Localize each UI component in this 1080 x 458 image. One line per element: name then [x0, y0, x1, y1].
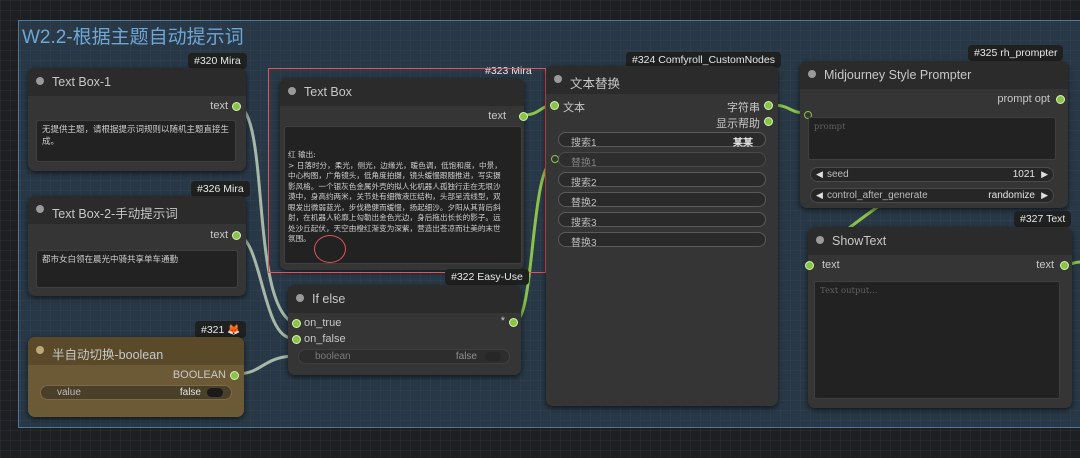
collapse-dot-icon[interactable]: [808, 70, 816, 78]
output-label-help: 显示帮助: [716, 118, 760, 130]
output-label: *: [500, 315, 505, 327]
node-header[interactable]: If else: [288, 285, 521, 313]
collapse-dot-icon[interactable]: [816, 236, 824, 244]
widget-value: false: [179, 387, 201, 398]
output-port[interactable]: [1056, 95, 1065, 104]
field-label: 替换3: [571, 238, 597, 249]
node-header[interactable]: Text Box-1: [28, 68, 246, 96]
node-id-badge-326: #326 Mira: [191, 181, 250, 197]
toggle-switch[interactable]: [485, 352, 501, 361]
input-label: text: [822, 259, 840, 271]
highlight-box: [268, 68, 546, 273]
node-title: 半自动切换-boolean: [52, 348, 164, 362]
prompt-textarea[interactable]: prompt: [808, 117, 1056, 160]
search3-field[interactable]: 搜索3: [558, 212, 766, 229]
output-port[interactable]: [232, 231, 241, 240]
node-id-badge-327: #327 Text: [1014, 211, 1072, 227]
output-label: text: [210, 229, 228, 241]
node-id-badge-325: #325 rh_prompter: [968, 45, 1064, 61]
on-true-port[interactable]: [292, 319, 301, 328]
node-boolean-switch[interactable]: 半自动切换-boolean BOOLEAN value false: [28, 337, 244, 417]
boolean-toggle[interactable]: boolean false: [298, 349, 510, 364]
increment-arrow-icon[interactable]: ▶: [1041, 190, 1048, 201]
widget-value: randomize: [988, 190, 1035, 201]
node-header[interactable]: Text Box-2-手动提示词: [28, 196, 246, 224]
search1-field[interactable]: 搜索1 某某: [558, 132, 766, 149]
group-title[interactable]: W2.2-根据主题自动提示词: [22, 22, 244, 49]
widget-value: false: [455, 351, 477, 362]
collapse-dot-icon[interactable]: [554, 75, 562, 83]
replace2-field[interactable]: 替换2: [558, 192, 766, 209]
output-port-string[interactable]: [764, 101, 773, 110]
widget-value: 1021: [1012, 169, 1035, 180]
node-show-text[interactable]: ShowText text text Text output...: [805, 227, 1072, 408]
text-input-area[interactable]: 无提供主题，请根据提示词规则以随机主题直接生成。: [36, 120, 236, 162]
node-midjourney-prompter[interactable]: Midjourney Style Prompter prompt opt pro…: [800, 61, 1068, 208]
node-header[interactable]: ShowText: [808, 227, 1072, 255]
collapse-dot-icon[interactable]: [36, 205, 44, 213]
output-port[interactable]: [230, 371, 239, 380]
collapse-dot-icon[interactable]: [36, 77, 44, 85]
collapse-dot-icon[interactable]: [36, 346, 44, 354]
field-label: 搜索2: [571, 178, 597, 189]
widget-label: value: [57, 387, 81, 398]
node-title: Text Box-1: [52, 75, 112, 89]
node-header[interactable]: 半自动切换-boolean: [28, 337, 244, 365]
toggle-switch[interactable]: [207, 388, 223, 397]
input-label: 文本: [563, 102, 585, 114]
node-header[interactable]: 文本替换: [546, 66, 778, 94]
output-port[interactable]: [1060, 261, 1069, 270]
output-port[interactable]: [232, 102, 241, 111]
node-title: 文本替换: [570, 77, 621, 91]
node-title: ShowText: [832, 234, 887, 248]
collapse-dot-icon[interactable]: [296, 294, 304, 302]
output-label: BOOLEAN: [172, 369, 226, 381]
decrement-arrow-icon[interactable]: ◀: [816, 190, 823, 201]
field-label: 替换1: [571, 158, 597, 169]
field-value: 某某: [733, 138, 753, 149]
node-id-badge-321: #321 🦊: [195, 321, 247, 338]
output-label-string: 字符串: [727, 102, 760, 114]
output-port[interactable]: [509, 318, 518, 327]
node-id-badge-322: #322 Easy-Use: [445, 269, 529, 285]
highlight-circle: [314, 235, 346, 263]
seed-widget[interactable]: ◀ seed 1021 ▶: [810, 167, 1054, 182]
value-toggle[interactable]: value false: [40, 385, 232, 400]
node-if-else[interactable]: If else on_true on_false * boolean false: [288, 285, 521, 375]
output-label: text: [1036, 259, 1054, 271]
output-port-help[interactable]: [764, 117, 773, 126]
on-false-label: on_false: [304, 333, 346, 345]
on-false-port[interactable]: [292, 335, 301, 344]
search2-field[interactable]: 搜索2: [558, 172, 766, 189]
node-title: If else: [312, 292, 346, 306]
decrement-arrow-icon[interactable]: ◀: [816, 169, 823, 180]
field-label: 替换2: [571, 198, 597, 209]
node-id-badge-320: #320 Mira: [188, 53, 247, 69]
text-output-area[interactable]: Text output...: [814, 281, 1060, 399]
widget-label: seed: [827, 169, 849, 180]
node-header[interactable]: Midjourney Style Prompter: [800, 61, 1068, 89]
control-after-generate-widget[interactable]: ◀ control_after_generate randomize ▶: [810, 188, 1054, 203]
node-title: Midjourney Style Prompter: [824, 68, 972, 82]
node-text-box-2[interactable]: Text Box-2-手动提示词 text 都市女白领在晨光中骑共享单车通勤: [28, 196, 246, 296]
replace1-field[interactable]: 替换1: [558, 152, 766, 169]
on-true-label: on_true: [304, 317, 342, 329]
text-input-area[interactable]: 都市女白领在晨光中骑共享单车通勤: [36, 250, 238, 288]
node-text-replace[interactable]: 文本替换 文本 字符串 显示帮助 搜索1 某某 替换1 搜索2 替换2 搜索3 …: [546, 66, 778, 406]
input-port[interactable]: [550, 101, 559, 110]
node-title: Text Box-2-手动提示词: [52, 207, 178, 221]
increment-arrow-icon[interactable]: ▶: [1041, 169, 1048, 180]
output-label: prompt opt: [997, 93, 1050, 105]
node-text-box-1[interactable]: Text Box-1 text 无提供主题，请根据提示词规则以随机主题直接生成。: [28, 68, 246, 171]
field-label: 搜索3: [571, 218, 597, 229]
input-port[interactable]: [805, 261, 814, 270]
replace3-field[interactable]: 替换3: [558, 232, 766, 249]
widget-label: control_after_generate: [827, 190, 928, 201]
field-label: 搜索1: [571, 138, 597, 149]
output-label: text: [210, 100, 228, 112]
widget-label: boolean: [315, 351, 351, 362]
